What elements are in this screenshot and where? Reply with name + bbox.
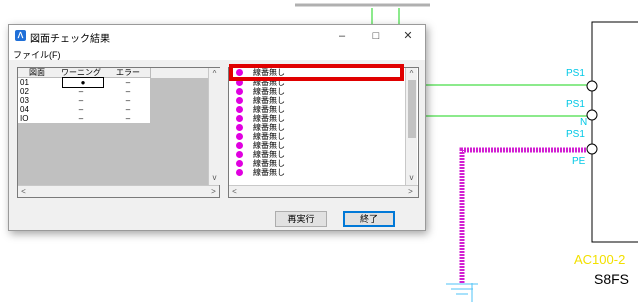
rerun-button[interactable]: 再実行 <box>275 211 327 227</box>
warning-dot-icon <box>236 97 243 104</box>
list-item[interactable]: 線番無し <box>229 96 405 105</box>
grid-cell-drawing: 02 <box>20 87 29 96</box>
menu-file[interactable]: ファイル(F) <box>13 48 61 61</box>
app-icon: ᐱ <box>15 30 26 41</box>
list-item[interactable]: 線番無し <box>229 87 405 96</box>
grid-row[interactable]: IO – – <box>18 114 150 123</box>
menubar: ファイル(F) <box>9 47 425 60</box>
terminal-ps1 <box>586 80 598 92</box>
list-item[interactable]: 線番無し <box>229 168 405 177</box>
list-item[interactable]: 線番無し <box>229 150 405 159</box>
scroll-left-icon[interactable]: < <box>18 186 29 197</box>
drawing-grid[interactable]: 図面 ワーニング エラー 01 ● – 02 – – 03 – – 04 – –… <box>17 67 220 198</box>
grid-horizontal-scrollbar[interactable]: < > <box>18 185 219 197</box>
dialog-title: 図面チェック結果 <box>30 34 110 45</box>
dialog-titlebar[interactable]: ᐱ 図面チェック結果 – □ ✕ <box>9 25 425 47</box>
list-item-text: 線番無し <box>253 141 285 150</box>
grid-cell-drawing: 04 <box>20 105 29 114</box>
warning-dot-icon <box>236 133 243 140</box>
list-item[interactable]: 線番無し <box>229 159 405 168</box>
list-item[interactable]: 線番無し <box>229 141 405 150</box>
label-ps1-low: PS1 <box>566 129 585 140</box>
list-item-text: 線番無し <box>253 105 285 114</box>
grid-cell-warning: – <box>78 114 84 123</box>
scroll-down-icon[interactable]: v <box>406 172 417 183</box>
grid-cell-warning: – <box>78 105 84 114</box>
label-ps1-mid: PS1 <box>566 99 585 110</box>
grid-vertical-scrollbar[interactable]: ^ v <box>208 68 220 185</box>
scroll-thumb[interactable] <box>408 80 416 138</box>
grid-header-drawing[interactable]: 図面 <box>18 68 57 78</box>
grid-row[interactable]: 01 ● – <box>18 77 150 88</box>
grid-row[interactable]: 03 – – <box>18 96 150 105</box>
grid-cell-error: – <box>125 87 131 96</box>
maximize-button[interactable]: □ <box>364 27 388 45</box>
warning-dot-icon <box>236 160 243 167</box>
warning-dot-icon <box>236 106 243 113</box>
grid-cell-warning: – <box>78 87 84 96</box>
list-vertical-scrollbar[interactable]: ^ v <box>405 68 417 185</box>
error-list[interactable]: 線番無し 線番無し 線番無し 線番無し 線番無し 線番無し 線番無し 線番無し … <box>228 67 419 198</box>
list-item[interactable]: 線番無し <box>229 114 405 123</box>
terminal-block <box>591 21 638 243</box>
power-label: AC100-2 <box>574 252 626 267</box>
scroll-down-icon[interactable]: v <box>209 172 220 183</box>
grid-cell-drawing: 01 <box>20 78 29 87</box>
warning-dot-icon <box>236 88 243 95</box>
list-item-text: 線番無し <box>253 168 285 177</box>
highlight-annotation <box>229 64 404 81</box>
grid-cell-error: – <box>125 96 131 105</box>
grid-cell-error: – <box>125 105 131 114</box>
warning-dot-icon <box>236 151 243 158</box>
list-item-text: 線番無し <box>253 132 285 141</box>
grid-cell-error: – <box>125 78 131 87</box>
warning-dot-icon <box>236 142 243 149</box>
check-result-dialog: ᐱ 図面チェック結果 – □ ✕ ファイル(F) 図面 ワーニング エラー 01… <box>8 24 426 231</box>
list-item-text: 線番無し <box>253 96 285 105</box>
list-item[interactable]: 線番無し <box>229 132 405 141</box>
terminal-pe <box>586 143 598 155</box>
grid-cell-drawing: 03 <box>20 96 29 105</box>
list-horizontal-scrollbar[interactable]: < > <box>229 185 418 197</box>
warning-dot-icon <box>236 169 243 176</box>
grid-cell-drawing: IO <box>20 114 29 123</box>
terminal-ps1-n <box>586 109 598 121</box>
scroll-left-icon[interactable]: < <box>229 186 240 197</box>
scroll-right-icon[interactable]: > <box>405 186 416 197</box>
minimize-button[interactable]: – <box>330 27 354 45</box>
magenta-pe-wire <box>459 147 587 283</box>
warning-dot-icon <box>236 115 243 122</box>
label-ps1-top: PS1 <box>566 68 585 79</box>
scroll-right-icon[interactable]: > <box>208 186 219 197</box>
label-pe: PE <box>572 156 586 167</box>
grid-row[interactable]: 04 – – <box>18 105 150 114</box>
list-item[interactable]: 線番無し <box>229 105 405 114</box>
close-button[interactable]: ✕ <box>396 27 420 45</box>
device-label: S8FS <box>594 271 630 287</box>
error-list-viewport: 線番無し 線番無し 線番無し 線番無し 線番無し 線番無し 線番無し 線番無し … <box>229 68 405 186</box>
close-dialog-button[interactable]: 終了 <box>343 211 395 227</box>
label-n: N <box>580 117 588 128</box>
list-item[interactable]: 線番無し <box>229 123 405 132</box>
grid-cell-warning: – <box>78 96 84 105</box>
scroll-up-icon[interactable]: ^ <box>406 68 417 79</box>
grid-header-error[interactable]: エラー <box>106 68 151 78</box>
list-item-text: 線番無し <box>253 123 285 132</box>
grid-cell-error: – <box>125 114 131 123</box>
list-item-text: 線番無し <box>253 114 285 123</box>
warning-dot-icon <box>236 124 243 131</box>
scroll-up-icon[interactable]: ^ <box>209 68 220 79</box>
list-item-text: 線番無し <box>253 150 285 159</box>
list-item-text: 線番無し <box>253 159 285 168</box>
list-item-text: 線番無し <box>253 87 285 96</box>
grid-row[interactable]: 02 – – <box>18 87 150 96</box>
